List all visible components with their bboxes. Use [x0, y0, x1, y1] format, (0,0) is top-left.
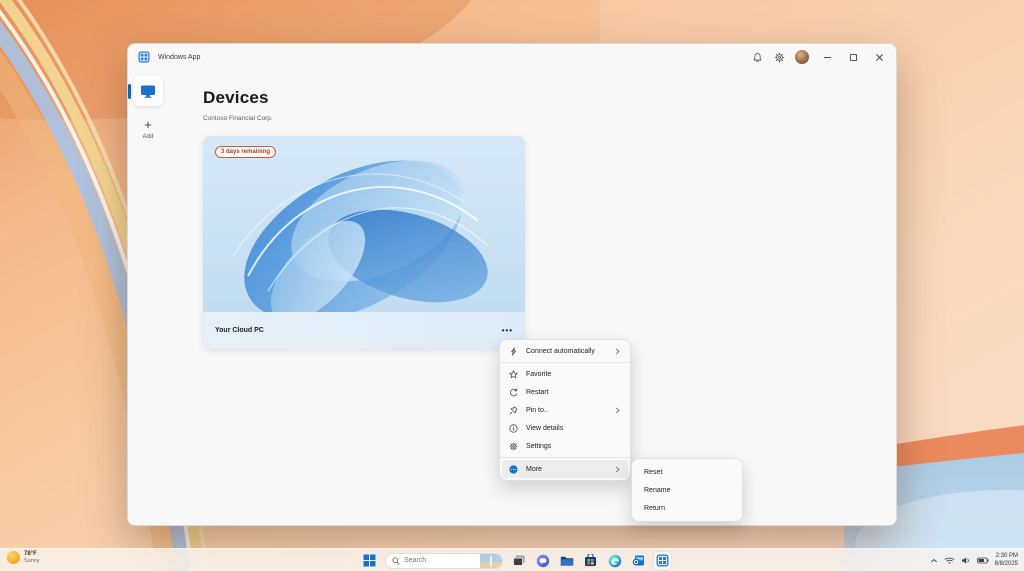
card-footer: Your Cloud PC •••	[203, 312, 525, 349]
close-icon	[875, 53, 884, 62]
taskbar-app-outlook[interactable]	[630, 552, 647, 569]
menu-item-connect-automatically[interactable]: Connect automatically	[502, 342, 628, 360]
system-tray: 2:30 PM 8/8/2025	[930, 549, 1018, 571]
add-label: Add	[128, 134, 168, 140]
device-context-menu: Connect automatically Favorite Restart	[499, 339, 631, 481]
selected-item-accent	[128, 84, 131, 99]
start-button[interactable]	[361, 552, 378, 569]
submenu-item-reset[interactable]: Reset	[634, 463, 740, 481]
microsoft-store-icon	[584, 554, 597, 567]
cloud-pc-thumbnail	[203, 136, 525, 312]
chat-icon	[536, 554, 550, 568]
page-title: Devices	[203, 88, 269, 108]
account-avatar[interactable]	[795, 50, 809, 64]
battery-icon[interactable]	[977, 556, 989, 565]
tray-date: 8/8/2025	[995, 561, 1018, 569]
volume-icon[interactable]	[961, 556, 971, 565]
menu-divider	[500, 457, 630, 458]
taskbar-app-file-explorer[interactable]	[558, 552, 575, 569]
notifications-button[interactable]	[746, 46, 768, 68]
menu-item-pin-to[interactable]: Pin to..	[502, 401, 628, 419]
more-options-button[interactable]: •••	[502, 326, 513, 335]
weather-temperature: 78°F	[24, 551, 40, 557]
minimize-button[interactable]	[814, 45, 840, 69]
weather-condition: Sunny	[24, 558, 40, 564]
outlook-icon	[632, 554, 645, 567]
sidebar: + Add	[128, 70, 168, 525]
titlebar: Windows App	[128, 44, 896, 70]
info-icon	[509, 423, 519, 433]
chevron-right-icon	[614, 466, 621, 473]
menu-item-favorite[interactable]: Favorite	[502, 365, 628, 383]
submenu-item-rename[interactable]: Rename	[634, 481, 740, 499]
taskbar-search-input[interactable]: Search	[385, 553, 503, 569]
windows-app-window: Windows App	[127, 43, 897, 526]
sidebar-item-devices[interactable]	[133, 76, 163, 106]
window-title: Windows App	[158, 54, 746, 61]
pin-icon	[509, 405, 519, 415]
device-name: Your Cloud PC	[215, 327, 502, 334]
page-subtitle: Contoso Financial Corp.	[203, 115, 273, 122]
search-icon	[392, 557, 400, 565]
chevron-up-icon[interactable]	[930, 557, 938, 565]
windows-app-taskbar-icon	[656, 554, 669, 567]
more-submenu: Reset Rename Return	[631, 458, 743, 522]
tray-time: 2:30 PM	[995, 553, 1018, 561]
menu-item-restart[interactable]: Restart	[502, 383, 628, 401]
taskbar-app-windows-app[interactable]	[654, 552, 671, 569]
more-circle-icon	[509, 464, 519, 474]
bell-icon	[752, 52, 763, 63]
maximize-icon	[849, 53, 858, 62]
windows-app-icon	[138, 51, 150, 63]
maximize-button[interactable]	[840, 45, 866, 69]
taskbar-app-task-view[interactable]	[510, 552, 527, 569]
menu-item-settings[interactable]: Settings	[502, 437, 628, 455]
taskbar-app-edge[interactable]	[606, 552, 623, 569]
sun-icon	[7, 551, 20, 564]
search-placeholder: Search	[404, 557, 480, 564]
search-daily-image	[480, 553, 502, 569]
monitor-icon	[140, 84, 156, 99]
taskbar-center: Search	[361, 549, 671, 571]
menu-item-more[interactable]: More	[502, 460, 628, 478]
weather-widget[interactable]: 78°F Sunny	[7, 551, 40, 564]
minimize-icon	[823, 53, 832, 62]
taskbar-app-chat[interactable]	[534, 552, 551, 569]
plus-icon: +	[128, 118, 168, 131]
windows-start-icon	[363, 554, 376, 567]
star-icon	[509, 369, 519, 379]
flash-plug-icon	[509, 346, 519, 356]
settings-button[interactable]	[768, 46, 790, 68]
menu-divider	[500, 362, 630, 363]
file-explorer-icon	[560, 555, 574, 567]
chevron-right-icon	[614, 407, 621, 414]
cloud-pc-card[interactable]: 3 days remaining Your Cloud PC •••	[203, 136, 525, 349]
chevron-right-icon	[614, 348, 621, 355]
taskbar: 78°F Sunny Search	[0, 548, 1024, 571]
wifi-icon[interactable]	[944, 556, 955, 565]
submenu-item-return[interactable]: Return	[634, 499, 740, 517]
days-remaining-badge: 3 days remaining	[215, 146, 276, 158]
desktop: Windows App	[0, 0, 1024, 571]
taskbar-clock[interactable]: 2:30 PM 8/8/2025	[995, 553, 1018, 569]
edge-icon	[608, 554, 622, 568]
close-button[interactable]	[866, 45, 892, 69]
taskbar-app-microsoft-store[interactable]	[582, 552, 599, 569]
gear-icon	[509, 441, 519, 451]
menu-item-view-details[interactable]: View details	[502, 419, 628, 437]
restart-icon	[509, 387, 519, 397]
task-view-icon	[512, 554, 526, 567]
sidebar-add-button[interactable]: + Add	[128, 118, 168, 140]
gear-icon	[774, 52, 785, 63]
